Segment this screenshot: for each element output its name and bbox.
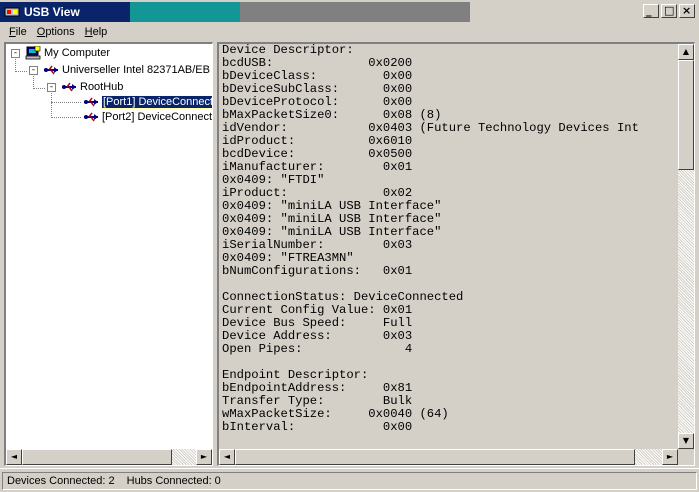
minimize-button[interactable]: _	[643, 4, 659, 18]
close-button[interactable]: ×	[679, 4, 695, 18]
device-tree[interactable]: - My Computer - Universeller Intel 82371…	[4, 42, 213, 466]
tree-node-roothub[interactable]: RootHub	[61, 79, 123, 95]
menu-bar: File Options Help	[0, 24, 699, 42]
usb-controller-icon	[44, 65, 58, 75]
scroll-thumb[interactable]	[22, 449, 172, 465]
arrow-right-icon: ►	[666, 452, 674, 461]
window-title: USB View	[24, 5, 80, 19]
tree-connector	[15, 57, 16, 72]
title-bar[interactable]: USB View _ □ ×	[0, 0, 699, 24]
scrollbar-corner	[678, 449, 694, 465]
descriptor-horizontal-scrollbar[interactable]: ◄ ►	[219, 449, 678, 465]
descriptor-text[interactable]: Device Descriptor: bcdUSB: 0x0200 bDeviceC…	[222, 44, 677, 444]
descriptor-line: bInterval: 0x00	[222, 420, 413, 434]
tree-connector	[33, 88, 45, 89]
menu-options-label: ptions	[45, 26, 75, 38]
usb-device-icon	[84, 112, 98, 122]
tree-node-label: [Port1] DeviceConnected	[100, 95, 212, 109]
scroll-right-button[interactable]: ►	[196, 449, 212, 465]
menu-help[interactable]: Help	[80, 24, 113, 42]
scroll-right-button[interactable]: ►	[662, 449, 678, 465]
maximize-button[interactable]: □	[661, 4, 677, 18]
minimize-icon: _	[646, 4, 652, 17]
tree-node-label: My Computer	[44, 47, 111, 59]
scroll-left-button[interactable]: ◄	[6, 449, 22, 465]
descriptor-line: Open Pipes: 4	[222, 342, 413, 356]
arrow-left-icon: ◄	[10, 452, 18, 461]
scroll-thumb[interactable]	[678, 60, 694, 170]
scroll-left-button[interactable]: ◄	[219, 449, 235, 465]
arrow-left-icon: ◄	[223, 452, 231, 461]
status-panel: Devices Connected: 2 Hubs Connected: 0	[2, 472, 697, 490]
tree-connector	[51, 102, 81, 103]
menu-help-label: elp	[92, 26, 108, 38]
arrow-right-icon: ►	[200, 452, 208, 461]
tree-node-usb-controller[interactable]: Universeller Intel 82371AB/EB	[43, 62, 210, 78]
scroll-up-button[interactable]: ▲	[678, 44, 694, 60]
descriptor-line: bNumConfigurations: 0x01	[222, 264, 413, 278]
devices-connected-status: Devices Connected: 2	[7, 475, 115, 487]
tree-node-label: Universeller Intel 82371AB/EB	[62, 64, 210, 76]
tree-connector	[33, 74, 34, 89]
usb-app-icon	[4, 7, 20, 17]
status-bar: Devices Connected: 2 Hubs Connected: 0	[0, 468, 699, 492]
scroll-thumb[interactable]	[235, 449, 635, 465]
close-icon: ×	[682, 4, 692, 17]
tree-node-port2[interactable]: [Port2] DeviceConnected	[83, 109, 213, 125]
menu-file-accel: F	[9, 26, 16, 38]
menu-options[interactable]: Options	[32, 24, 80, 42]
menu-file[interactable]: File	[4, 24, 32, 42]
tree-collapse-toggle[interactable]: -	[11, 49, 20, 58]
tree-collapse-toggle[interactable]: -	[47, 83, 56, 92]
hubs-connected-status: Hubs Connected: 0	[126, 475, 221, 487]
usb-device-icon	[84, 97, 98, 107]
descriptor-pane[interactable]: Device Descriptor: bcdUSB: 0x0200 bDeviceC…	[217, 42, 695, 466]
tree-connector	[51, 117, 81, 118]
tree-horizontal-scrollbar[interactable]: ◄ ►	[6, 449, 212, 465]
tree-node-my-computer[interactable]: My Computer	[25, 45, 110, 61]
tree-connector	[51, 91, 52, 118]
arrow-up-icon: ▲	[682, 47, 690, 56]
tree-node-port1[interactable]: [Port1] DeviceConnected	[83, 94, 212, 110]
tree-node-label: [Port2] DeviceConnected	[102, 111, 213, 123]
menu-help-accel: H	[84, 26, 93, 38]
usb-hub-icon	[62, 82, 76, 92]
maximize-icon: □	[664, 4, 675, 17]
descriptor-vertical-scrollbar[interactable]: ▲ ▼	[678, 44, 694, 449]
computer-icon	[25, 46, 41, 60]
tree-collapse-toggle[interactable]: -	[29, 66, 38, 75]
tree-node-label: RootHub	[80, 81, 124, 93]
scroll-down-button[interactable]: ▼	[678, 433, 694, 449]
arrow-down-icon: ▼	[682, 436, 690, 445]
tree-connector	[15, 71, 27, 72]
menu-file-label: ile	[15, 26, 27, 38]
